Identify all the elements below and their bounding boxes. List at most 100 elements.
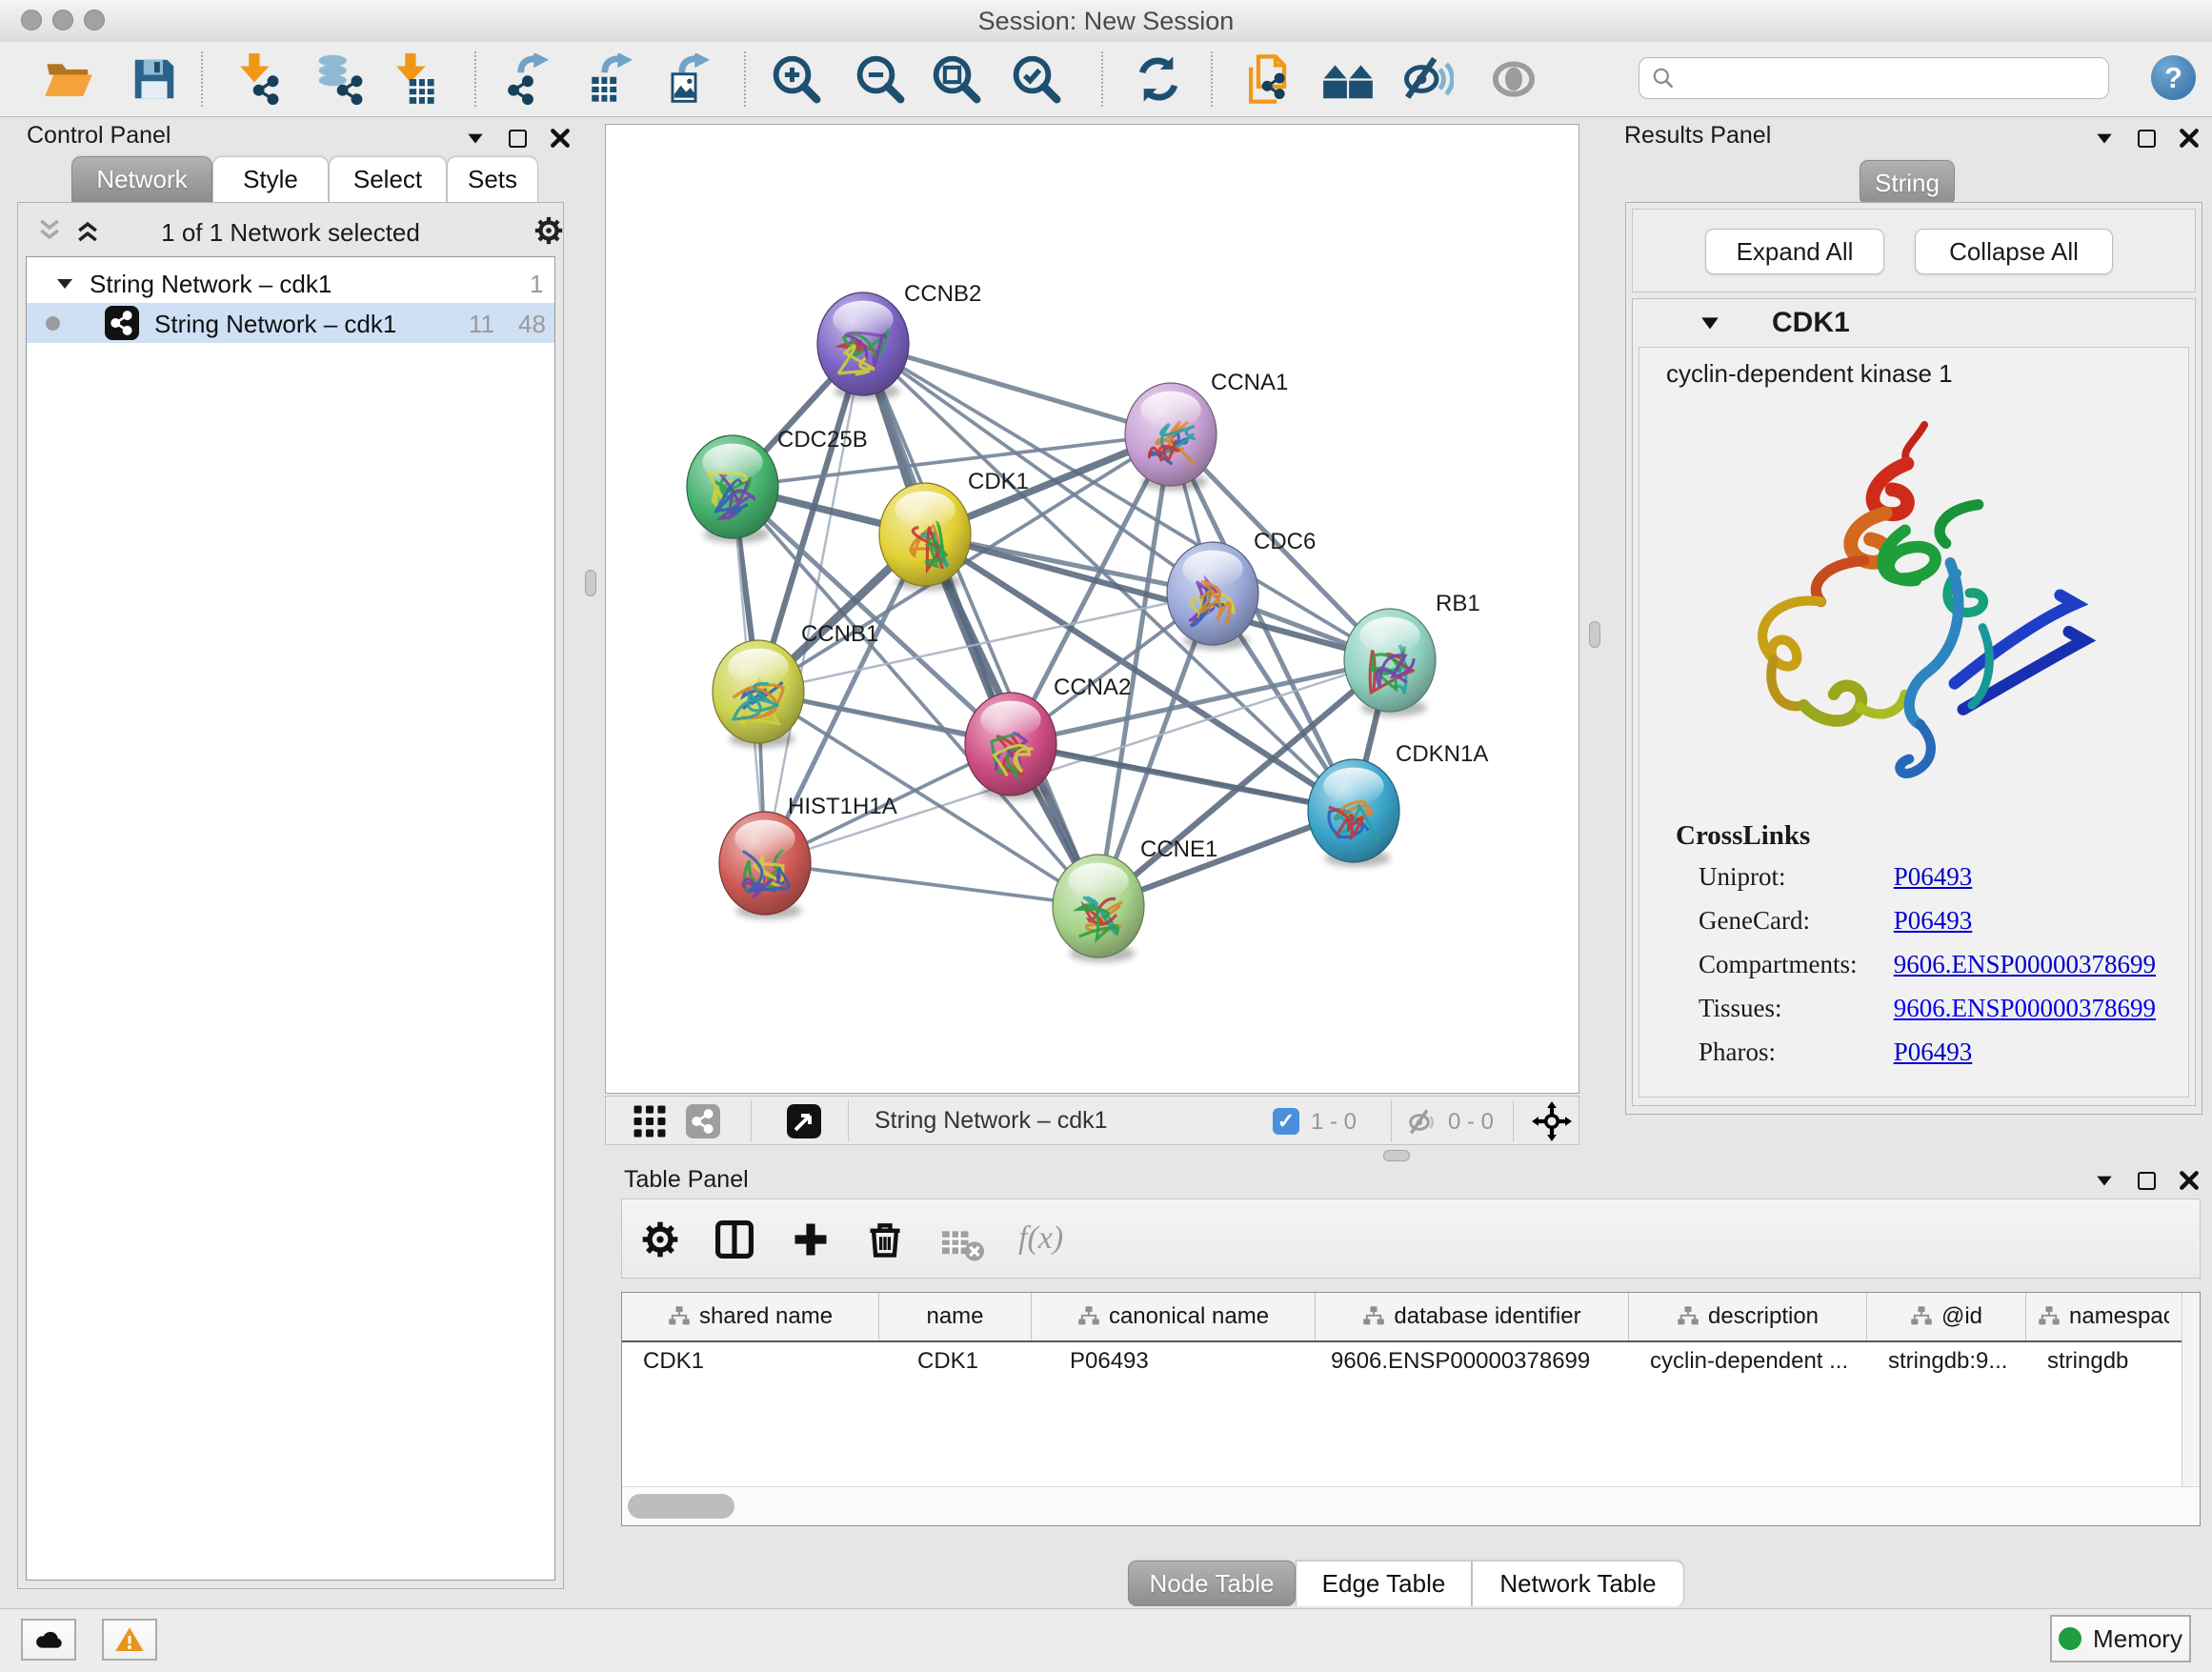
delete-column-button[interactable] [864,1219,906,1260]
export-image-button[interactable] [667,53,718,105]
network-graph: CCNB2CCNA1CDC25BCDK1CDC6RB1CCNB1CCNA2CDK… [606,125,1579,1093]
move-crosshair-icon[interactable] [1532,1101,1572,1141]
zoom-out-button[interactable] [855,53,906,105]
panel-float-icon[interactable] [2138,130,2156,148]
panel-close-icon[interactable] [550,128,571,149]
network-node-CDC6[interactable] [1167,542,1258,645]
column-header-shared-name[interactable]: shared name [622,1293,879,1340]
network-node-RB1[interactable] [1344,609,1436,712]
panel-float-icon[interactable] [509,130,527,148]
hidden-eye-slash-icon [1408,1107,1438,1138]
table-horizontal-scrollbar[interactable] [622,1486,2200,1525]
network-collection-row[interactable]: String Network – cdk1 1 [27,263,554,303]
panel-float-icon[interactable] [2138,1172,2156,1190]
collapse-section-icon[interactable] [1699,314,1720,333]
first-neighbors-button[interactable] [1322,53,1374,105]
network-node-CCNB2[interactable] [817,292,909,395]
gene-header[interactable]: CDK1 [1633,299,2195,347]
cloud-icon [33,1624,64,1655]
cell-id: stringdb:9... [1867,1342,2026,1384]
clone-network-button[interactable] [1241,53,1293,105]
add-column-button[interactable] [790,1219,832,1260]
network-node-CDKN1A[interactable] [1308,759,1399,862]
show-all-button[interactable] [1488,53,1539,105]
collapse-all-button[interactable]: Collapse All [1915,229,2113,274]
search-input[interactable] [1683,64,2097,92]
network-node-CCNA1[interactable] [1125,383,1217,486]
tree-expand-icon[interactable] [55,274,74,293]
export-network-button[interactable] [506,53,557,105]
horizontal-splitter-grip[interactable] [1383,1150,1410,1161]
tab-style[interactable]: Style [212,156,329,202]
tab-sets[interactable]: Sets [447,156,538,202]
import-network-button[interactable] [230,53,281,105]
crosslink-link[interactable]: P06493 [1894,1037,1973,1066]
expand-all-button[interactable]: Expand All [1705,229,1884,274]
network-node-CCNE1[interactable] [1053,855,1144,957]
zoom-in-button[interactable] [771,53,822,105]
import-table-button[interactable] [386,53,437,105]
network-node-label-CCNE1: CCNE1 [1140,836,1217,862]
function-builder-button[interactable]: f(x) [1018,1220,1063,1257]
memory-button[interactable]: Memory [2050,1615,2191,1662]
column-header-name[interactable]: name [879,1293,1032,1340]
detach-view-icon[interactable] [787,1104,821,1138]
save-session-button[interactable] [129,53,180,105]
export-image-icon [667,53,718,105]
warnings-button[interactable] [102,1619,157,1661]
panel-close-icon[interactable] [2179,128,2200,149]
help-button[interactable]: ? [2151,55,2196,100]
apply-layout-button[interactable] [1133,53,1184,105]
column-header-id[interactable]: @id [1867,1293,2026,1340]
column-header-database-identifier[interactable]: database identifier [1316,1293,1629,1340]
zoom-fit-button[interactable] [931,53,982,105]
table-settings-button[interactable] [639,1219,681,1260]
grid-view-icon[interactable] [633,1104,667,1138]
import-network-from-database-button[interactable] [313,53,365,105]
network-node-CCNB1[interactable] [713,640,804,743]
show-columns-button[interactable] [714,1219,755,1260]
tab-edge-table[interactable]: Edge Table [1296,1561,1472,1606]
network-row-selected[interactable]: String Network – cdk1 11 48 [27,303,554,343]
selected-nodes-checkbox[interactable]: ✓ [1273,1108,1299,1135]
tab-network[interactable]: Network [71,156,212,202]
panel-menu-icon[interactable] [2094,128,2115,149]
network-node-CDC25B[interactable] [687,435,778,538]
vertical-splitter-grip[interactable] [585,570,596,596]
hide-selected-button[interactable] [1402,53,1454,105]
panel-close-icon[interactable] [2179,1170,2200,1191]
gene-description: cyclin-dependent kinase 1 [1666,359,1953,389]
panel-menu-icon[interactable] [2094,1170,2115,1191]
column-header-namespace[interactable]: namespace [2026,1293,2169,1340]
network-canvas[interactable]: CCNB2CCNA1CDC25BCDK1CDC6RB1CCNB1CCNA2CDK… [605,124,1579,1094]
crosslink-link[interactable]: P06493 [1894,906,1973,935]
network-edge-HIST1H1A-CCNE1[interactable] [765,863,1098,906]
network-node-label-CCNA2: CCNA2 [1054,675,1131,700]
export-table-button[interactable] [590,53,641,105]
crosslink-link[interactable]: 9606.ENSP00000378699 [1894,994,2156,1022]
delete-table-button[interactable] [942,1224,978,1260]
network-node-HIST1H1A[interactable] [719,812,811,915]
crosslink-link[interactable]: P06493 [1894,862,1973,891]
export-network-icon [506,53,557,105]
column-header-description[interactable]: description [1629,1293,1867,1340]
cloud-button[interactable] [21,1619,76,1661]
zoom-selected-button[interactable] [1011,53,1062,105]
network-node-CDK1[interactable] [879,483,971,586]
crosslink-link[interactable]: 9606.ENSP00000378699 [1894,950,2156,978]
tab-string[interactable]: String [1860,160,1955,206]
scrollbar-thumb[interactable] [628,1494,734,1519]
open-session-button[interactable] [43,53,94,105]
vertical-splitter-grip[interactable] [1589,621,1600,648]
tab-network-table[interactable]: Network Table [1472,1561,1684,1606]
network-view-mode-icon[interactable] [686,1104,720,1138]
delete-table-icon [942,1224,984,1266]
gear-icon[interactable] [533,214,565,247]
tab-select[interactable]: Select [329,156,447,202]
memory-status-dot [2059,1627,2081,1650]
table-row[interactable]: CDK1 CDK1 P06493 9606.ENSP00000378699 cy… [622,1342,2200,1384]
panel-menu-icon[interactable] [465,128,486,149]
network-node-CCNA2[interactable] [965,693,1056,796]
column-header-canonical-name[interactable]: canonical name [1032,1293,1316,1340]
tab-node-table[interactable]: Node Table [1128,1561,1296,1606]
